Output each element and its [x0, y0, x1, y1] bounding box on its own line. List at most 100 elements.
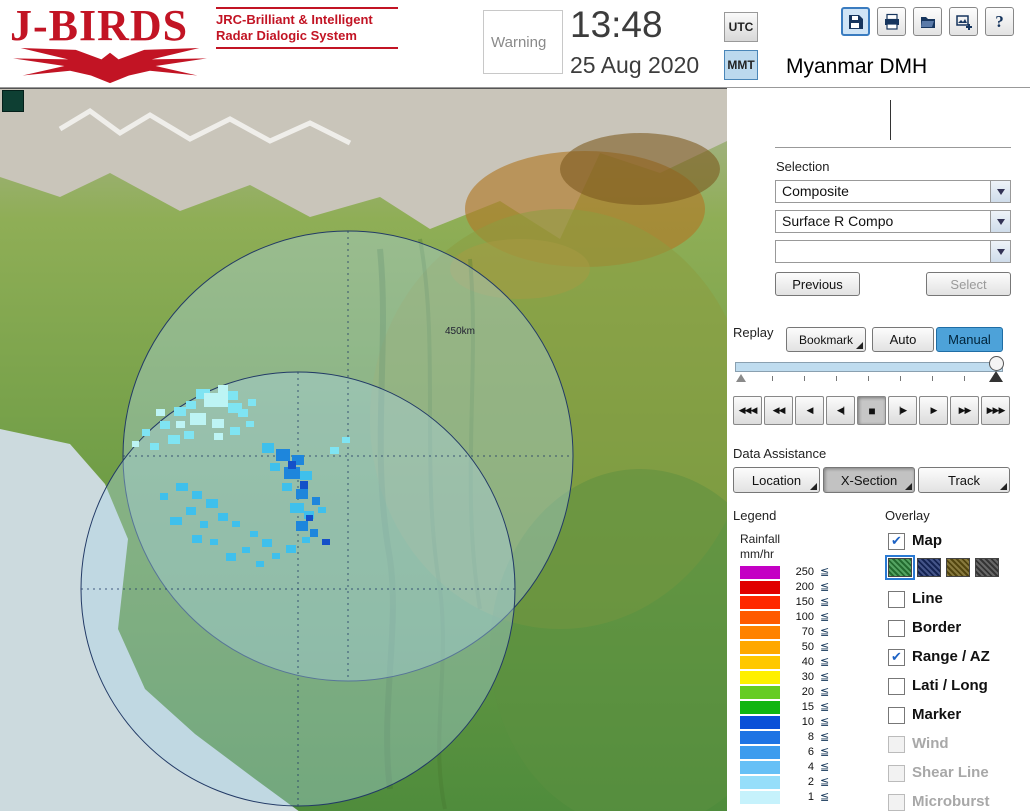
legend-value: 150 — [795, 596, 814, 608]
legend-lte-symbol: ≦ — [820, 611, 830, 623]
legend-value: 2 — [807, 776, 814, 788]
text-cursor — [890, 100, 891, 140]
tagline-line1: JRC-Brilliant & Intelligent — [216, 12, 373, 27]
manual-mode-button[interactable]: Manual — [936, 327, 1003, 352]
overlay-item-microburst: Microburst — [884, 792, 1030, 811]
rainfall-legend: 250 ≦ 200 ≦ 150 ≦ 100 ≦ 70 ≦ 50 ≦ 40 ≦ 30 ≦ 20 ≦ … — [740, 565, 860, 805]
legend-color-swatch — [740, 791, 780, 804]
print-button[interactable] — [877, 7, 906, 36]
legend-row: 6 ≦ — [740, 745, 860, 760]
map-style-swatch-4[interactable] — [975, 558, 999, 577]
legend-color-swatch — [740, 596, 780, 609]
help-button[interactable]: ? — [985, 7, 1014, 36]
map-style-swatch-2[interactable] — [917, 558, 941, 577]
overlay-item-range-az: ✔ Range / AZ — [884, 647, 1030, 669]
add-image-button[interactable] — [949, 7, 978, 36]
playback-play-forward-button[interactable]: ▶ — [919, 396, 948, 425]
overlay-item-label: Shear Line — [912, 764, 989, 781]
legend-color-swatch — [740, 701, 780, 714]
legend-lte-symbol: ≦ — [820, 701, 830, 713]
legend-value: 4 — [807, 761, 814, 773]
legend-lte-symbol: ≦ — [820, 596, 830, 608]
shear-line-checkbox — [888, 765, 905, 782]
lati-long-checkbox[interactable] — [888, 678, 905, 695]
dropdown-arrow-button[interactable] — [990, 181, 1010, 202]
legend-row: 4 ≦ — [740, 760, 860, 775]
legend-color-swatch — [740, 731, 780, 744]
marker-checkbox[interactable] — [888, 707, 905, 724]
legend-row: 2 ≦ — [740, 775, 860, 790]
border-checkbox[interactable] — [888, 620, 905, 637]
playback-fast-forward-button[interactable]: ▶▶ — [950, 396, 979, 425]
legend-color-swatch — [740, 641, 780, 654]
range-label: 450km — [445, 326, 475, 337]
dropdown-product-value: Surface R Compo — [782, 213, 894, 229]
playback-stop-button[interactable]: ■ — [857, 396, 886, 425]
legend-value: 10 — [801, 716, 814, 728]
overlay-item-wind: Wind — [884, 734, 1030, 756]
previous-button[interactable]: Previous — [775, 272, 860, 296]
legend-lte-symbol: ≦ — [820, 746, 830, 758]
replay-timeline-track[interactable] — [735, 362, 1003, 372]
overlay-item-label: Wind — [912, 735, 949, 752]
timezone-mmt-label: MMT — [727, 58, 755, 72]
timezone-utc-button[interactable]: UTC — [724, 12, 758, 42]
map-style-swatch-1[interactable] — [885, 555, 915, 580]
dropdown-option[interactable] — [775, 240, 1011, 263]
playback-step-backward-button[interactable]: ◀| — [826, 396, 855, 425]
legend-row: 20 ≦ — [740, 685, 860, 700]
eagle-logo-icon — [13, 47, 207, 84]
track-button[interactable]: Track — [918, 467, 1010, 493]
playback-step-forward-button[interactable]: |▶ — [888, 396, 917, 425]
legend-row: 40 ≦ — [740, 655, 860, 670]
help-icon: ? — [995, 11, 1004, 31]
legend-color-swatch — [740, 686, 780, 699]
status-info-box[interactable] — [775, 94, 1011, 148]
legend-row: 1 ≦ — [740, 790, 860, 805]
warning-indicator[interactable]: Warning — [483, 10, 563, 74]
map-checkbox[interactable]: ✔ — [888, 533, 905, 550]
legend-lte-symbol: ≦ — [820, 566, 830, 578]
legend-row: 30 ≦ — [740, 670, 860, 685]
legend-row: 8 ≦ — [740, 730, 860, 745]
radar-map-viewport[interactable]: 450km — [0, 88, 790, 811]
legend-color-swatch — [740, 566, 780, 579]
playback-jump-start-button[interactable]: ◀◀◀ — [733, 396, 762, 425]
playback-fast-backward-button[interactable]: ◀◀ — [764, 396, 793, 425]
x-section-button[interactable]: X-Section — [823, 467, 915, 493]
location-button[interactable]: Location — [733, 467, 820, 493]
range-az-checkbox[interactable]: ✔ — [888, 649, 905, 666]
check-icon: ✔ — [891, 649, 902, 664]
line-checkbox[interactable] — [888, 591, 905, 608]
replay-timeline-thumb[interactable] — [989, 356, 1004, 371]
legend-value: 200 — [795, 581, 814, 593]
timeline-position-marker[interactable] — [989, 371, 1003, 382]
app-logo-title: J-BIRDS — [10, 1, 189, 50]
timezone-mmt-button[interactable]: MMT — [724, 50, 758, 80]
dropdown-data-type-value: Composite — [782, 183, 849, 199]
overlay-item-border: Border — [884, 618, 1030, 640]
overlay-label: Overlay — [885, 508, 930, 523]
legend-value: 70 — [801, 626, 814, 638]
map-style-swatch-3[interactable] — [946, 558, 970, 577]
dropdown-product[interactable]: Surface R Compo — [775, 210, 1011, 233]
playback-jump-end-button[interactable]: ▶▶▶ — [981, 396, 1010, 425]
dropdown-data-type[interactable]: Composite — [775, 180, 1011, 203]
select-button[interactable]: Select — [926, 272, 1011, 296]
legend-lte-symbol: ≦ — [820, 686, 830, 698]
legend-value: 6 — [807, 746, 814, 758]
overlay-item-line: Line — [884, 589, 1030, 611]
legend-value: 15 — [801, 701, 814, 713]
overlay-item-label: Microburst — [912, 793, 990, 810]
save-button[interactable] — [841, 7, 870, 36]
dropdown-arrow-button[interactable] — [990, 211, 1010, 232]
map-corner-badge[interactable] — [2, 90, 24, 112]
dropdown-arrow-button[interactable] — [990, 241, 1010, 262]
replay-timeline-ticks — [740, 376, 998, 381]
highland-patch — [560, 133, 720, 205]
auto-mode-button[interactable]: Auto — [872, 327, 934, 352]
bookmark-button[interactable]: Bookmark — [786, 327, 866, 352]
playback-play-backward-button[interactable]: ◀ — [795, 396, 824, 425]
open-folder-button[interactable] — [913, 7, 942, 36]
legend-color-swatch — [740, 776, 780, 789]
